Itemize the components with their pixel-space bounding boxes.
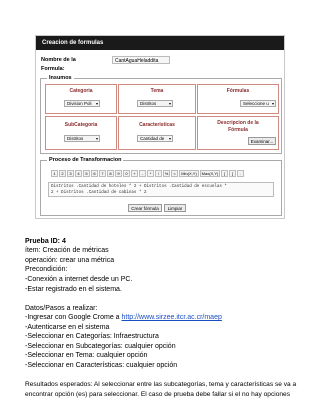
operator-button[interactable]: 6 (91, 170, 98, 177)
insumos-fieldset: Insumos Categoria Division Poli ▾ Tema Di… (40, 75, 282, 154)
operator-button[interactable]: 8 (107, 170, 114, 177)
doc-paso6: -Seleccionar en Características: cualqui… (25, 362, 178, 369)
operator-button[interactable]: 3 (67, 170, 74, 177)
operator-button[interactable]: - (139, 170, 146, 177)
descripcion-title-2: Fórmula (228, 127, 248, 133)
doc-item: ítem: Creación de métricas (25, 247, 109, 254)
operator-button[interactable]: * (147, 170, 154, 177)
subcategoria-select[interactable]: Distritos ▾ (64, 135, 100, 142)
chevron-down-icon: ▾ (95, 101, 98, 106)
doc-paso1: -Ingresar con Google Crome a http://www.… (25, 314, 222, 321)
operator-button[interactable]: < (171, 170, 178, 177)
operator-button[interactable]: % (163, 170, 170, 177)
operator-button[interactable]: [ (221, 170, 228, 177)
caracteristicas-select[interactable]: Cantidad de ▾ (137, 135, 173, 142)
descripcion-cell: Descripcion de la Fórmula Examinar... (197, 116, 279, 150)
chevron-down-icon: ▾ (271, 101, 274, 106)
caracteristicas-title: Caracteristicas (139, 122, 175, 128)
caracteristicas-cell: Caracteristicas Cantidad de ▾ (118, 116, 196, 150)
chevron-down-icon: ▾ (168, 101, 171, 106)
name-label: Nombre de la (41, 57, 76, 63)
crear-formula-button[interactable]: Crear fórmula (128, 204, 162, 212)
limpiar-button[interactable]: Limpiar (164, 204, 186, 212)
categoria-select[interactable]: Division Poli ▾ (64, 100, 100, 107)
formula-expression[interactable]: Distritos .Cantidad de hoteles * 2 + Dis… (48, 182, 274, 197)
proceso-legend: Proceso de Transformacion (47, 157, 124, 163)
operator-button[interactable]: 1 (51, 170, 58, 177)
formula-creation-screenshot: Creacion de formulas Nombre de la CantAg… (35, 35, 285, 219)
descripcion-title-1: Descripcion de la (217, 120, 259, 126)
insumos-legend: Insumos (47, 75, 74, 81)
doc-pre1: -Conexión a internet desde un PC. (25, 276, 133, 283)
doc-resultados-1: Resultados esperados: Al seleccionar ent… (25, 381, 297, 388)
doc-paso3: -Seleccionar en Categorías: Infraestruct… (25, 333, 159, 340)
operator-button[interactable]: . (237, 170, 244, 177)
subcategoria-title: SubCategoria (64, 122, 98, 128)
formulas-title: Fórmulas (226, 88, 250, 94)
operator-button[interactable]: 7 (99, 170, 106, 177)
operator-button[interactable]: 9 (115, 170, 122, 177)
window-title: Creacion de formulas (36, 36, 284, 50)
operator-button[interactable]: / (155, 170, 162, 177)
chevron-down-icon: ▾ (168, 136, 171, 141)
operator-button[interactable]: ] (229, 170, 236, 177)
operator-button[interactable]: + (131, 170, 138, 177)
operator-button[interactable]: 2 (59, 170, 66, 177)
formula-label: Formula: (41, 66, 65, 72)
formulas-select[interactable]: Seleccione u ▾ (240, 100, 276, 107)
examinar-button[interactable]: Examinar... (248, 137, 276, 145)
doc-paso5: -Seleccionar en Tema: cualquier opción (25, 352, 148, 359)
operator-button[interactable]: 4 (75, 170, 82, 177)
tema-cell: Tema Distritos ▾ (118, 84, 196, 114)
operator-button[interactable]: Min(X,Y) (179, 170, 199, 177)
doc-pre2: -Estar registrado en el sistema. (25, 286, 122, 293)
operator-toolbar: 1 2 3 4 5 6 7 8 9 0 + - * /% < Min(X,Y) Max(X,Y)[]. (51, 170, 244, 177)
formula-name-input[interactable]: CantAguaHeladdita (112, 56, 170, 64)
operator-button[interactable]: 0 (123, 170, 130, 177)
categoria-title: Categoria (69, 88, 93, 94)
tema-title: Tema (150, 88, 164, 94)
maep-link[interactable]: http://www.sirzee.itcr.ac.cr/maep (122, 314, 222, 321)
subcategoria-cell: SubCategoria Distritos ▾ (45, 116, 117, 150)
doc-resultados-2: encontrar opción (es) para seleccionar. … (25, 391, 291, 398)
categoria-cell: Categoria Division Poli ▾ (45, 84, 117, 114)
operator-button[interactable]: 5 (83, 170, 90, 177)
operator-button[interactable]: Max(X,Y) (200, 170, 220, 177)
chevron-down-icon: ▾ (95, 136, 98, 141)
tema-select[interactable]: Distritos ▾ (137, 100, 173, 107)
formulas-cell: Fórmulas Seleccione u ▾ (197, 84, 279, 114)
doc-precondicion: Precondición: (25, 266, 68, 273)
